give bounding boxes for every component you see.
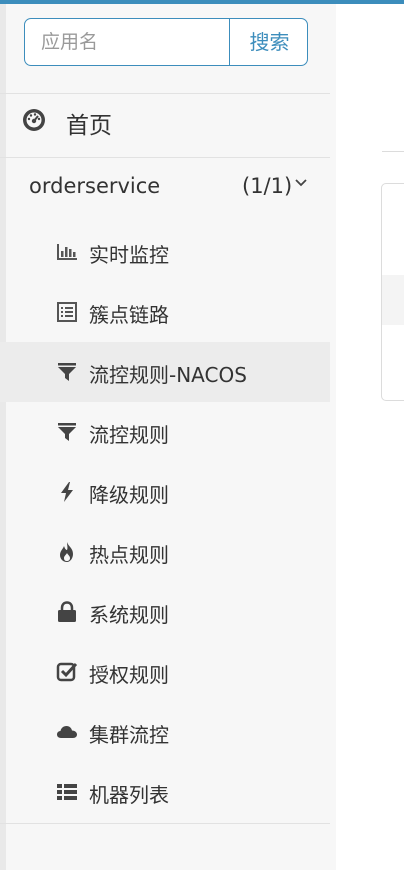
sidebar-item-label: 降级规则 [89, 483, 169, 507]
app-menu-orderservice[interactable]: orderservice (1/1) [0, 156, 330, 216]
check-square-icon [56, 662, 78, 682]
sidebar-item-label: 簇点链路 [89, 303, 169, 327]
th-list-icon [57, 784, 77, 800]
app-name: orderservice [29, 174, 161, 198]
sidebar-item-label: 集群流控 [89, 723, 169, 747]
machine-count: (1/1) [242, 174, 293, 198]
sidebar-item-label: 机器列表 [89, 783, 169, 807]
sidebar-item-label: 热点规则 [89, 543, 169, 567]
sidebar-item-auth-rules[interactable]: 授权规则 [0, 642, 330, 702]
search-input[interactable] [25, 19, 229, 65]
sidebar-item-system-rules[interactable]: 系统规则 [0, 582, 330, 642]
main-content [336, 28, 404, 870]
content-divider [382, 151, 404, 152]
sidebar-item-label: 授权规则 [89, 663, 169, 687]
sidebar-item-realtime-monitor[interactable]: 实时监控 [0, 222, 330, 282]
lock-icon [58, 601, 76, 622]
search-box: 搜索 [24, 18, 308, 66]
sidebar-item-label: 流控规则 [89, 423, 169, 447]
filter-icon [58, 423, 76, 441]
sidebar-item-label: 实时监控 [89, 243, 169, 267]
sidebar-item-label: 首页 [66, 113, 112, 139]
search-button[interactable]: 搜索 [229, 19, 307, 65]
list-icon [57, 302, 77, 322]
sidebar-item-label: 系统规则 [89, 603, 169, 627]
sidebar-item-hotspot-rules[interactable]: 热点规则 [0, 522, 330, 582]
sidebar-item-machine-list[interactable]: 机器列表 [0, 762, 330, 822]
filter-icon [58, 363, 76, 381]
bolt-icon [61, 482, 73, 502]
sidebar-item-cluster-flow[interactable]: 集群流控 [0, 702, 330, 762]
sidebar-item-flow-rules[interactable]: 流控规则 [0, 402, 330, 462]
fire-icon [60, 542, 73, 562]
bar-chart-icon [57, 244, 77, 260]
table-row [382, 275, 404, 325]
dashboard-icon [23, 109, 45, 131]
sidebar-item-flow-rules-nacos[interactable]: 流控规则-NACOS [0, 342, 330, 402]
sidebar-item-cluster-link[interactable]: 簇点链路 [0, 282, 330, 342]
sidebar-item-degrade-rules[interactable]: 降级规则 [0, 462, 330, 522]
sidebar-item-label: 流控规则-NACOS [89, 363, 247, 387]
cloud-icon [57, 726, 77, 738]
sidebar-item-home[interactable]: 首页 [0, 90, 330, 154]
chevron-down-icon [295, 179, 307, 187]
divider [0, 823, 330, 824]
